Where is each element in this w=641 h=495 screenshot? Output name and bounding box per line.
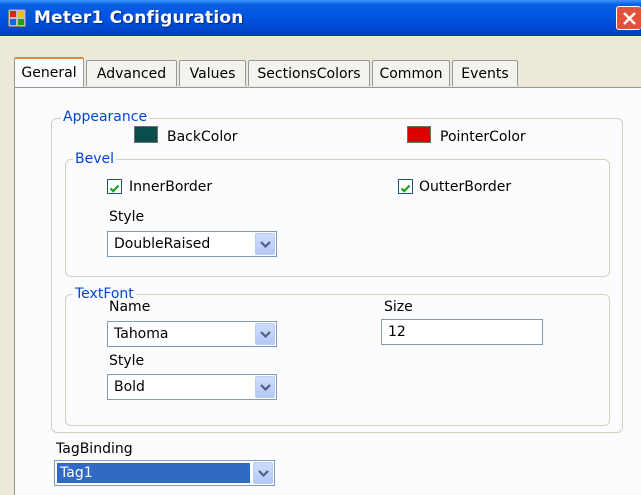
- tab-events[interactable]: Events: [452, 60, 518, 86]
- bevel-legend: Bevel: [73, 151, 117, 167]
- font-style-label: Style: [109, 353, 145, 369]
- outterborder-label: OutterBorder: [419, 179, 512, 195]
- app-icon: [7, 8, 27, 28]
- check-icon: [109, 184, 120, 193]
- close-button[interactable]: [616, 6, 641, 30]
- innerborder-checkbox[interactable]: [107, 179, 122, 194]
- font-size-label: Size: [384, 299, 413, 315]
- tab-page-general: Appearance BackColor PointerColor Bevel …: [14, 87, 641, 495]
- chevron-down-icon: [260, 384, 271, 391]
- window-title: Meter1 Configuration: [34, 8, 244, 28]
- font-style-select[interactable]: Bold: [107, 374, 277, 400]
- bevel-style-select[interactable]: DoubleRaised: [107, 231, 277, 257]
- outterborder-checkbox[interactable]: [398, 179, 413, 194]
- title-bar[interactable]: Meter1 Configuration: [0, 0, 641, 36]
- tagbinding-value: Tag1: [57, 463, 250, 483]
- dropdown-button[interactable]: [255, 233, 275, 255]
- pointercolor-label: PointerColor: [440, 129, 526, 145]
- appearance-legend: Appearance: [61, 109, 150, 125]
- pointercolor-swatch[interactable]: [407, 126, 431, 143]
- tab-common[interactable]: Common: [372, 60, 450, 86]
- font-name-value: Tahoma: [114, 326, 169, 342]
- backcolor-swatch[interactable]: [134, 126, 158, 143]
- chevron-down-icon: [258, 470, 269, 477]
- tab-general[interactable]: General: [14, 57, 84, 87]
- bevel-group: [65, 159, 610, 277]
- innerborder-label: InnerBorder: [129, 179, 213, 195]
- font-size-input[interactable]: 12: [381, 319, 543, 345]
- font-name-label: Name: [109, 299, 151, 315]
- bevel-style-value: DoubleRaised: [114, 236, 211, 252]
- bevel-style-label: Style: [109, 209, 145, 225]
- dropdown-button[interactable]: [253, 462, 273, 484]
- tab-sectionscolors[interactable]: SectionsColors: [248, 60, 370, 86]
- dropdown-button[interactable]: [255, 323, 275, 345]
- chevron-down-icon: [260, 331, 271, 338]
- tab-advanced[interactable]: Advanced: [86, 60, 177, 86]
- tagbinding-select[interactable]: Tag1: [54, 460, 275, 486]
- check-icon: [400, 184, 411, 193]
- backcolor-label: BackColor: [167, 129, 238, 145]
- dropdown-button[interactable]: [255, 376, 275, 398]
- tab-values[interactable]: Values: [179, 60, 246, 86]
- font-size-value: 12: [388, 324, 406, 340]
- font-style-value: Bold: [114, 379, 145, 395]
- chevron-down-icon: [260, 241, 271, 248]
- font-name-select[interactable]: Tahoma: [107, 321, 277, 347]
- tagbinding-label: TagBinding: [56, 441, 133, 457]
